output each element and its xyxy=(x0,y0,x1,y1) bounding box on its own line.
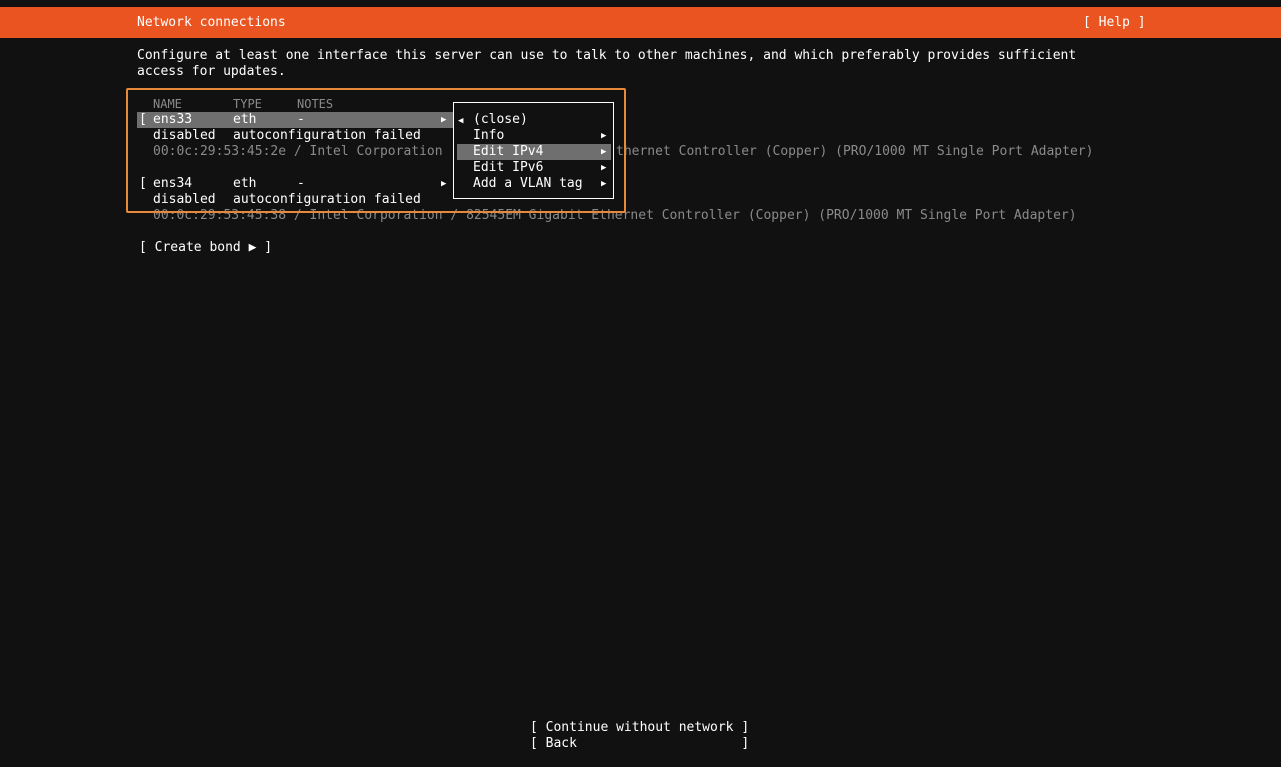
right-triangle-icon: ▶ xyxy=(601,131,607,141)
top-strip xyxy=(0,0,1281,7)
left-triangle-icon[interactable]: ◀ xyxy=(458,113,463,129)
right-triangle-icon: ▶ xyxy=(601,179,607,189)
back-button[interactable]: [ Back ] xyxy=(530,736,749,752)
header-bar: Network connections [ Help ] xyxy=(0,7,1281,38)
right-triangle-icon: ▶ xyxy=(601,163,607,173)
menu-item-close[interactable]: (close) xyxy=(473,112,528,128)
menu-item-edit-ipv6[interactable]: Edit IPv6 xyxy=(473,160,543,176)
menu-item-info[interactable]: Info xyxy=(473,128,504,144)
menu-item-add-vlan-tag[interactable]: Add a VLAN tag xyxy=(473,176,583,192)
intro-line-2: access for updates. xyxy=(137,64,286,79)
intro-line-1: Configure at least one interface this se… xyxy=(137,48,1077,63)
interface-device: thernet Controller (Copper) (PRO/1000 MT… xyxy=(616,144,1094,159)
help-button[interactable]: [ Help ] xyxy=(1083,15,1146,31)
create-bond-button[interactable]: [ Create bond ▶ ] xyxy=(139,240,272,256)
page-title: Network connections xyxy=(137,15,286,30)
right-triangle-icon: ▶ xyxy=(601,147,607,157)
menu-item-edit-ipv4[interactable]: Edit IPv4 xyxy=(473,144,543,160)
continue-without-network-button[interactable]: [ Continue without network ] xyxy=(530,720,749,736)
